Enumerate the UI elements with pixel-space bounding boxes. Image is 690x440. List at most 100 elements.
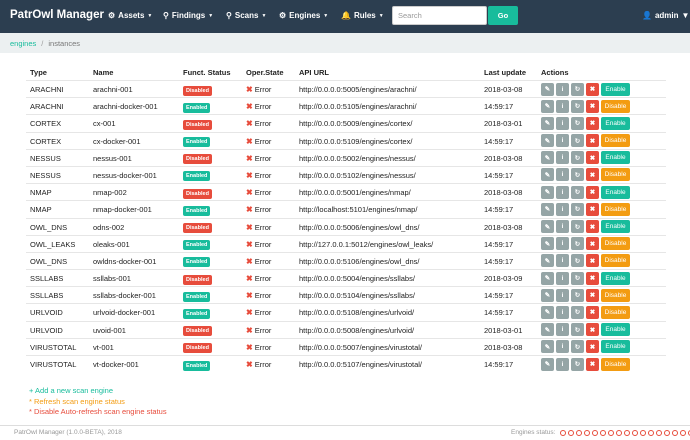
refresh-button[interactable]: ↻ bbox=[571, 134, 584, 148]
info-button[interactable]: i bbox=[556, 134, 569, 148]
delete-button[interactable]: ✖ bbox=[586, 323, 599, 337]
edit-button[interactable]: ✎ bbox=[541, 116, 554, 130]
refresh-button[interactable]: ↻ bbox=[571, 82, 584, 96]
delete-button[interactable]: ✖ bbox=[586, 151, 599, 165]
breadcrumb-engines-link[interactable]: engines bbox=[10, 39, 36, 48]
refresh-button[interactable]: ↻ bbox=[571, 151, 584, 165]
refresh-engine-status-link[interactable]: * Refresh scan engine status bbox=[29, 397, 167, 408]
delete-button[interactable]: ✖ bbox=[586, 134, 599, 148]
edit-button[interactable]: ✎ bbox=[541, 134, 554, 148]
edit-button[interactable]: ✎ bbox=[541, 357, 554, 371]
refresh-button[interactable]: ↻ bbox=[571, 288, 584, 302]
edit-button[interactable]: ✎ bbox=[541, 237, 554, 251]
info-button[interactable]: i bbox=[556, 151, 569, 165]
toggle-engine-button[interactable]: Disable bbox=[601, 305, 630, 319]
delete-button[interactable]: ✖ bbox=[586, 116, 599, 130]
info-button[interactable]: i bbox=[556, 340, 569, 354]
delete-button[interactable]: ✖ bbox=[586, 168, 599, 182]
edit-button[interactable]: ✎ bbox=[541, 202, 554, 216]
toggle-engine-button[interactable]: Enable bbox=[601, 82, 630, 96]
edit-button[interactable]: ✎ bbox=[541, 323, 554, 337]
search-button[interactable]: Go bbox=[488, 6, 518, 25]
info-button[interactable]: i bbox=[556, 185, 569, 199]
edit-button[interactable]: ✎ bbox=[541, 151, 554, 165]
add-scan-engine-link[interactable]: + Add a new scan engine bbox=[29, 386, 167, 397]
nav-rules[interactable]: 🔔 Rules ▼ bbox=[341, 11, 384, 20]
refresh-button[interactable]: ↻ bbox=[571, 202, 584, 216]
refresh-button[interactable]: ↻ bbox=[571, 340, 584, 354]
refresh-button[interactable]: ↻ bbox=[571, 185, 584, 199]
toggle-engine-button[interactable]: Disable bbox=[601, 134, 630, 148]
info-button[interactable]: i bbox=[556, 82, 569, 96]
info-button[interactable]: i bbox=[556, 202, 569, 216]
toggle-engine-button[interactable]: Disable bbox=[601, 237, 630, 251]
refresh-button[interactable]: ↻ bbox=[571, 99, 584, 113]
delete-button[interactable]: ✖ bbox=[586, 340, 599, 354]
refresh-button[interactable]: ↻ bbox=[571, 116, 584, 130]
search-input[interactable] bbox=[392, 6, 487, 25]
oper-state: ✖ Error bbox=[246, 188, 271, 197]
refresh-button[interactable]: ↻ bbox=[571, 237, 584, 251]
edit-button[interactable]: ✎ bbox=[541, 220, 554, 233]
edit-button[interactable]: ✎ bbox=[541, 305, 554, 319]
toggle-engine-button[interactable]: Enable bbox=[601, 151, 630, 165]
toggle-engine-button[interactable]: Enable bbox=[601, 220, 630, 233]
delete-button[interactable]: ✖ bbox=[586, 288, 599, 302]
toggle-engine-button[interactable]: Disable bbox=[601, 99, 630, 113]
refresh-button[interactable]: ↻ bbox=[571, 357, 584, 371]
toggle-engine-button[interactable]: Disable bbox=[601, 357, 630, 371]
refresh-button[interactable]: ↻ bbox=[571, 323, 584, 337]
toggle-engine-button[interactable]: Enable bbox=[601, 116, 630, 130]
delete-button[interactable]: ✖ bbox=[586, 99, 599, 113]
delete-button[interactable]: ✖ bbox=[586, 254, 599, 268]
toggle-engine-button[interactable]: Disable bbox=[601, 168, 630, 182]
info-button[interactable]: i bbox=[556, 288, 569, 302]
disable-auto-refresh-link[interactable]: * Disable Auto-refresh scan engine statu… bbox=[29, 407, 167, 418]
edit-button[interactable]: ✎ bbox=[541, 168, 554, 182]
edit-button[interactable]: ✎ bbox=[541, 340, 554, 354]
toggle-engine-button[interactable]: Enable bbox=[601, 271, 630, 285]
info-button[interactable]: i bbox=[556, 220, 569, 233]
edit-button[interactable]: ✎ bbox=[541, 185, 554, 199]
engines-status-dots bbox=[560, 429, 690, 436]
delete-button[interactable]: ✖ bbox=[586, 185, 599, 199]
info-button[interactable]: i bbox=[556, 357, 569, 371]
toggle-engine-button[interactable]: Disable bbox=[601, 202, 630, 216]
user-menu[interactable]: 👤 admin ▼ bbox=[642, 11, 689, 20]
delete-button[interactable]: ✖ bbox=[586, 220, 599, 233]
refresh-button[interactable]: ↻ bbox=[571, 220, 584, 233]
info-button[interactable]: i bbox=[556, 305, 569, 319]
delete-button[interactable]: ✖ bbox=[586, 82, 599, 96]
info-button[interactable]: i bbox=[556, 323, 569, 337]
nav-scans[interactable]: ⚲ Scans ▼ bbox=[226, 11, 266, 20]
refresh-button[interactable]: ↻ bbox=[571, 254, 584, 268]
toggle-engine-button[interactable]: Disable bbox=[601, 288, 630, 302]
info-button[interactable]: i bbox=[556, 271, 569, 285]
edit-button[interactable]: ✎ bbox=[541, 82, 554, 96]
refresh-button[interactable]: ↻ bbox=[571, 168, 584, 182]
delete-button[interactable]: ✖ bbox=[586, 202, 599, 216]
info-button[interactable]: i bbox=[556, 168, 569, 182]
refresh-button[interactable]: ↻ bbox=[571, 305, 584, 319]
delete-button[interactable]: ✖ bbox=[586, 271, 599, 285]
brand-logo[interactable]: PatrOwl Manager bbox=[10, 9, 104, 21]
info-button[interactable]: i bbox=[556, 254, 569, 268]
edit-button[interactable]: ✎ bbox=[541, 288, 554, 302]
info-button[interactable]: i bbox=[556, 99, 569, 113]
edit-button[interactable]: ✎ bbox=[541, 254, 554, 268]
nav-engines[interactable]: ⚙ Engines ▼ bbox=[279, 11, 328, 20]
delete-button[interactable]: ✖ bbox=[586, 305, 599, 319]
toggle-engine-button[interactable]: Disable bbox=[601, 254, 630, 268]
toggle-engine-button[interactable]: Enable bbox=[601, 340, 630, 354]
edit-button[interactable]: ✎ bbox=[541, 99, 554, 113]
toggle-engine-button[interactable]: Enable bbox=[601, 323, 630, 337]
refresh-button[interactable]: ↻ bbox=[571, 271, 584, 285]
edit-button[interactable]: ✎ bbox=[541, 271, 554, 285]
delete-button[interactable]: ✖ bbox=[586, 237, 599, 251]
toggle-engine-button[interactable]: Enable bbox=[601, 185, 630, 199]
nav-assets[interactable]: ⚙ Assets ▼ bbox=[108, 11, 152, 20]
info-button[interactable]: i bbox=[556, 116, 569, 130]
info-button[interactable]: i bbox=[556, 237, 569, 251]
nav-findings[interactable]: ⚲ Findings ▼ bbox=[163, 11, 213, 20]
delete-button[interactable]: ✖ bbox=[586, 357, 599, 371]
